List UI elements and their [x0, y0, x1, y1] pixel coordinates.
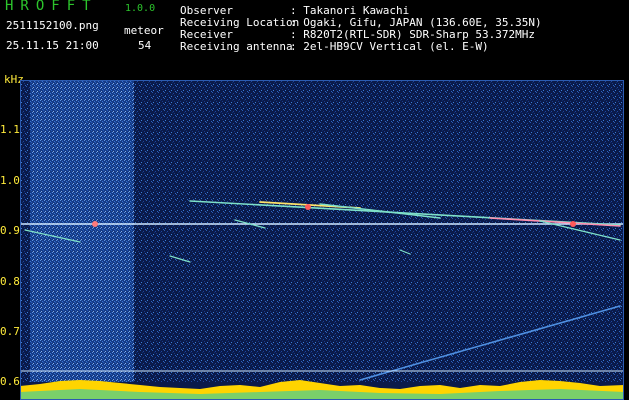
freq-tick-0-8: 0.8 — [0, 275, 20, 288]
app-title: HROFFT — [5, 0, 98, 14]
freq-tick-0-6: 0.6 — [0, 375, 20, 388]
antenna-value: : 2el-HB9CV Vertical (el. E-W) — [290, 40, 489, 53]
spectrogram-plot — [20, 80, 624, 400]
interference-band — [30, 80, 134, 400]
freq-tick-1-0: 1.0 — [0, 174, 20, 187]
noise-strip — [20, 380, 624, 400]
antenna-label: Receiving antenna — [180, 40, 293, 53]
meteor-head — [305, 204, 311, 210]
datetime-label: 25.11.15 21:00 — [6, 39, 99, 52]
header-panel: HROFFT 1.0.0 2511152100.png 25.11.15 21:… — [0, 0, 629, 80]
meteor-label: meteor — [124, 24, 164, 37]
filename-label: 2511152100.png — [6, 19, 99, 32]
freq-tick-1-1: 1.1 — [0, 123, 20, 136]
meteor-head — [570, 221, 576, 227]
freq-tick-0-9: 0.9 — [0, 224, 20, 237]
freq-tick-0-7: 0.7 — [0, 325, 20, 338]
meteor-count: 54 — [138, 39, 152, 52]
app-version: 1.0.0 — [125, 3, 156, 14]
meteor-head — [92, 221, 98, 227]
